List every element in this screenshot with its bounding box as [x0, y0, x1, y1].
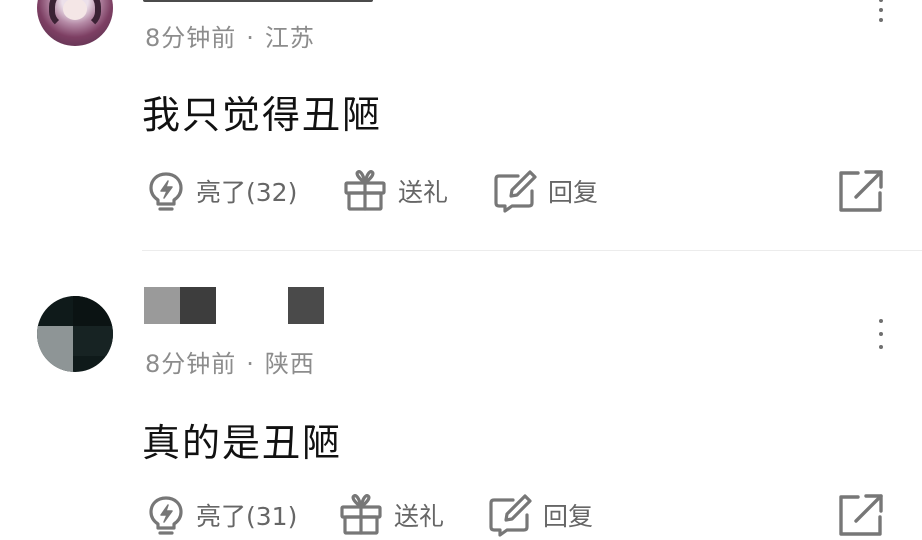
avatar-block [37, 326, 73, 372]
share-icon [839, 494, 883, 536]
comment-time: 8分钟前 [145, 350, 237, 378]
username-redacted[interactable] [144, 287, 180, 324]
reply-button[interactable]: 回复 [492, 166, 598, 216]
like-label: 亮了(31) [196, 502, 298, 531]
share-button[interactable] [838, 490, 884, 540]
lightbulb-icon [149, 172, 183, 211]
meta-separator: · [246, 24, 255, 52]
share-button[interactable] [838, 166, 884, 216]
comment-item: 8分钟前 · 江苏 我只觉得丑陋 亮了(32) 送礼 回复 [0, 0, 922, 252]
comment-item: 8分钟前 · 陕西 真的是丑陋 亮了(31) 送礼 回复 [0, 252, 922, 537]
comment-time: 8分钟前 [145, 24, 237, 52]
gift-button[interactable]: 送礼 [338, 490, 444, 540]
share-icon [839, 170, 883, 212]
reply-button[interactable]: 回复 [487, 490, 593, 540]
like-label: 亮了(32) [196, 178, 298, 207]
more-icon[interactable] [876, 0, 886, 22]
more-icon[interactable] [876, 319, 886, 349]
avatar-block [73, 326, 113, 356]
gift-label: 送礼 [394, 502, 445, 531]
comment-meta: 8分钟前 · 江苏 [145, 18, 315, 53]
like-button[interactable]: 亮了(32) [146, 166, 297, 216]
comment-actions: 亮了(31) 送礼 回复 [0, 490, 922, 540]
reply-edit-icon [489, 494, 532, 537]
reply-label: 回复 [548, 178, 599, 207]
comment-text: 真的是丑陋 [142, 421, 343, 465]
username-redacted[interactable] [288, 287, 324, 324]
comment-meta: 8分钟前 · 陕西 [145, 344, 315, 379]
comment-actions: 亮了(32) 送礼 回复 [0, 166, 922, 216]
avatar-block [73, 296, 113, 326]
divider [142, 250, 922, 251]
gift-icon [344, 170, 386, 211]
like-button[interactable]: 亮了(31) [146, 490, 297, 540]
gift-label: 送礼 [398, 178, 449, 207]
reply-label: 回复 [543, 502, 594, 531]
meta-separator: · [246, 350, 255, 378]
avatar[interactable] [37, 296, 113, 372]
comment-location: 陕西 [264, 350, 315, 378]
username-redacted[interactable] [180, 287, 216, 324]
comment-location: 江苏 [264, 24, 315, 52]
comment-text: 我只觉得丑陋 [142, 93, 383, 137]
avatar[interactable] [37, 0, 113, 46]
gift-icon [340, 494, 382, 535]
gift-button[interactable]: 送礼 [342, 166, 448, 216]
username-redacted[interactable] [143, 0, 373, 2]
reply-edit-icon [494, 170, 537, 213]
